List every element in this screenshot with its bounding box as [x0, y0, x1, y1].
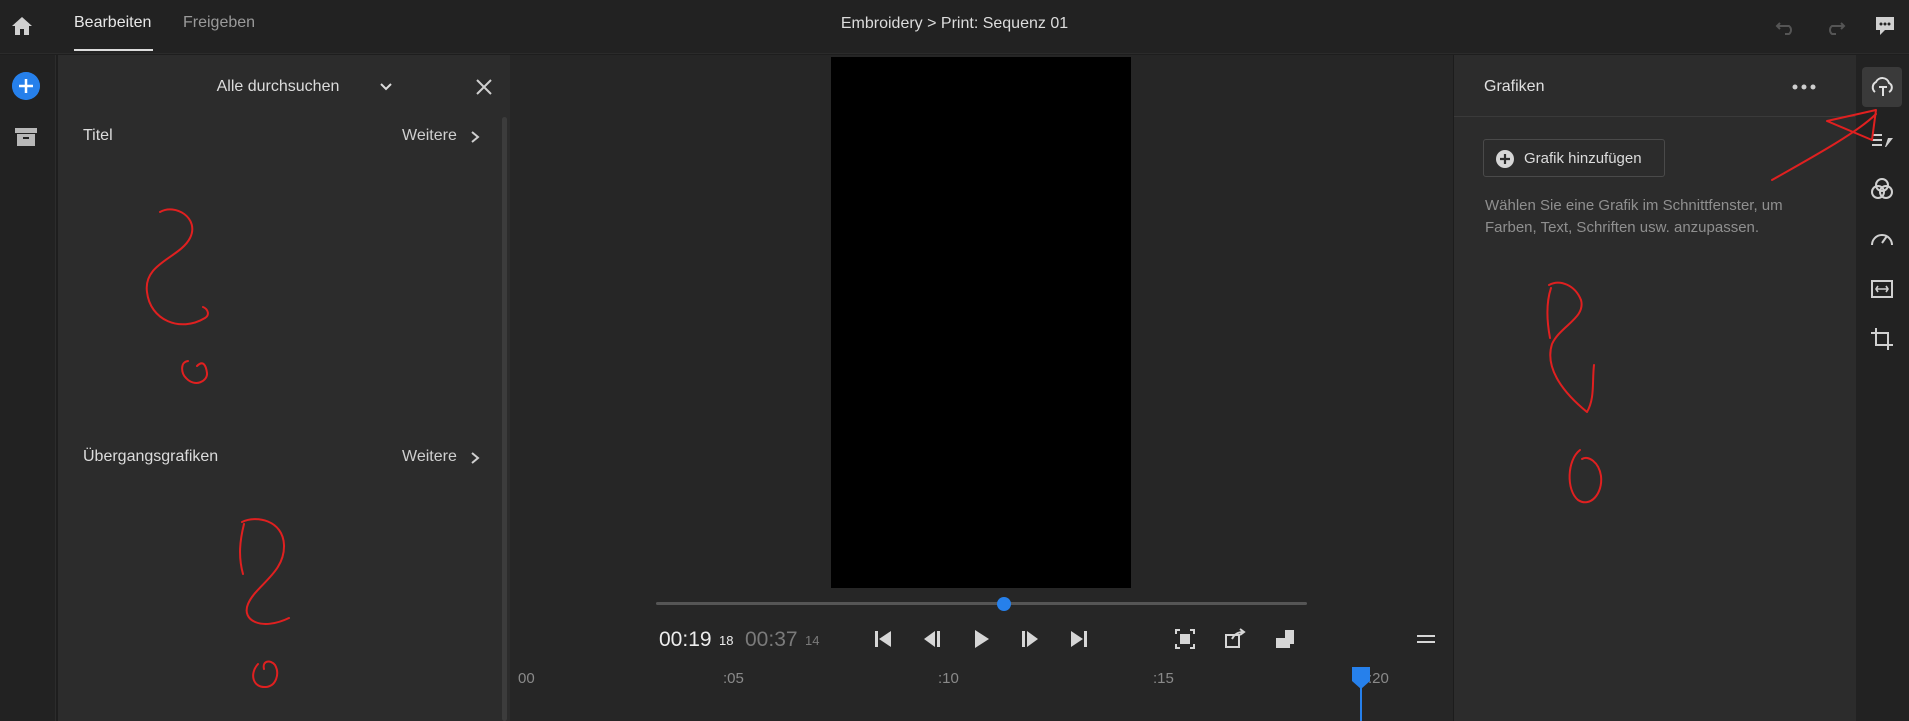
go-to-end-icon[interactable]: [1067, 627, 1091, 651]
redo-icon[interactable]: [1823, 14, 1847, 38]
panel-title: Grafiken: [1484, 78, 1545, 95]
section-title-transitions: Übergangsgrafiken: [83, 448, 219, 465]
share-frame-icon[interactable]: [1223, 627, 1247, 651]
add-graphic-label: Grafik hinzufügen: [1524, 150, 1642, 167]
color-icon[interactable]: [1869, 176, 1895, 202]
step-forward-icon[interactable]: [1018, 627, 1042, 651]
video-preview[interactable]: [831, 57, 1131, 588]
ruler-label: :05: [723, 670, 744, 687]
document-title: Embroidery > Print: Sequenz 01: [840, 15, 1069, 32]
add-icon[interactable]: [12, 72, 40, 100]
speed-icon[interactable]: [1869, 226, 1895, 252]
duration-frames: 14: [805, 633, 820, 648]
ruler-label: :10: [938, 670, 959, 687]
chevron-right-icon[interactable]: [468, 129, 482, 145]
plus-circle-icon: [1496, 150, 1514, 168]
more-button-titel[interactable]: Weitere: [402, 127, 457, 145]
feedback-icon[interactable]: [1873, 14, 1897, 38]
scrubber-handle[interactable]: [997, 597, 1012, 611]
timeline-menu-icon[interactable]: [1414, 627, 1438, 651]
more-button-transitions[interactable]: Weitere: [402, 448, 457, 466]
graphics-properties-panel: Grafiken Grafik hinzufügen Wählen Sie ei…: [1453, 55, 1856, 721]
aspect-ratio-icon[interactable]: [1273, 627, 1297, 651]
ruler-label: :20: [1368, 670, 1389, 687]
chevron-right-icon[interactable]: [468, 450, 482, 466]
hint-text: Wählen Sie eine Grafik im Schnittfenster…: [1485, 197, 1783, 236]
search-scope-dropdown[interactable]: Alle durchsuchen: [58, 78, 498, 96]
archive-icon[interactable]: [13, 125, 39, 149]
more-options-icon[interactable]: [1790, 79, 1818, 95]
top-bar: Bearbeiten Freigeben Embroidery > Print:…: [0, 0, 1909, 54]
add-graphic-button[interactable]: Grafik hinzufügen: [1483, 139, 1665, 177]
library-scrollbar[interactable]: [502, 117, 507, 721]
audio-icon[interactable]: [1869, 276, 1895, 302]
graphics-library-panel: Alle durchsuchen Titel Weitere Übergangs…: [58, 55, 510, 721]
right-rail: [1855, 55, 1909, 721]
divider: [1454, 116, 1856, 117]
graphics-icon[interactable]: [1869, 74, 1895, 100]
fit-frame-icon[interactable]: [1173, 627, 1197, 651]
duration-timecode: 00:37: [745, 628, 798, 651]
go-to-start-icon[interactable]: [871, 627, 895, 651]
ruler-label: :15: [1153, 670, 1174, 687]
crop-icon[interactable]: [1869, 326, 1895, 352]
program-monitor: 00:19 18 00:37 14 00 :05 :10 :15 :20: [510, 55, 1453, 721]
undo-icon[interactable]: [1774, 14, 1798, 38]
current-frames: 18: [719, 633, 734, 648]
close-icon[interactable]: [474, 77, 494, 97]
left-rail: [0, 55, 56, 721]
section-title-titel: Titel: [83, 127, 113, 144]
playhead-marker[interactable]: [1351, 667, 1371, 689]
step-back-icon[interactable]: [920, 627, 944, 651]
current-timecode: 00:19: [659, 628, 712, 651]
scrubber-track[interactable]: [656, 602, 1307, 605]
transitions-icon[interactable]: [1869, 125, 1895, 151]
active-tab-indicator: [74, 49, 153, 51]
play-icon[interactable]: [969, 627, 993, 651]
chevron-down-icon[interactable]: [378, 79, 394, 95]
ruler-label: 00: [518, 670, 535, 687]
